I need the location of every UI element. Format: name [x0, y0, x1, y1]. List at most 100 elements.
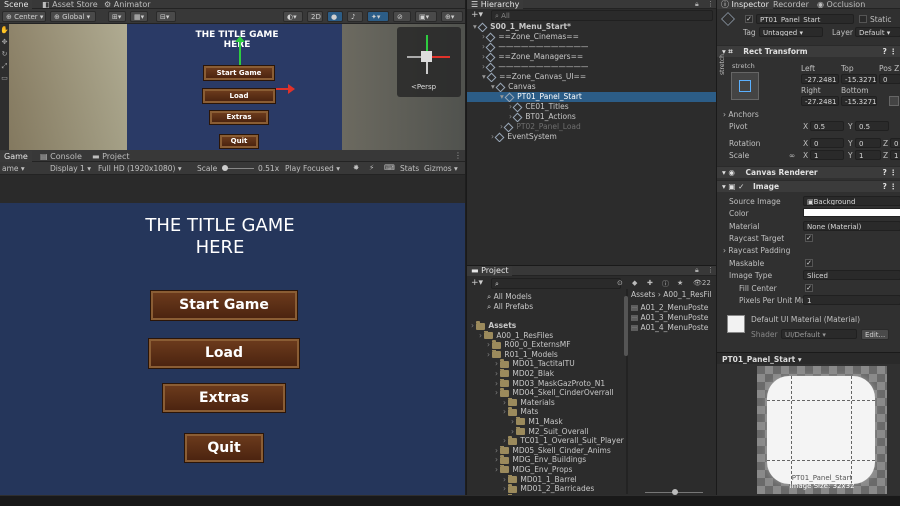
rot-x-field[interactable]: 0 [810, 138, 844, 148]
hidden-packages-icon[interactable]: 👁︎22 [693, 279, 711, 287]
filter-type-icon[interactable]: ◆ [632, 279, 637, 287]
project-file-item[interactable]: ▤ A01_3_MenuPoste [631, 313, 717, 323]
move-tool-icon[interactable]: ✥ [0, 36, 9, 48]
filter-label-icon[interactable]: ✚ [647, 279, 653, 287]
preview-header[interactable]: PT01_Panel_Start ▾ [717, 352, 900, 364]
scene-quit-button[interactable]: Quit [220, 135, 258, 148]
effects-icon[interactable]: ✦▾ [367, 11, 389, 22]
icon-size-handle[interactable] [672, 489, 678, 495]
tab-recorder[interactable]: Recorder [769, 0, 813, 9]
audio-icon[interactable]: ♪ [347, 11, 363, 22]
gizmos-icon[interactable]: ⊕▾ [441, 11, 463, 22]
tab-project-panel[interactable]: ▬ Project [467, 266, 513, 276]
anchor-preset-button[interactable] [731, 72, 759, 100]
tab-console[interactable]: ▤ Console [36, 151, 86, 162]
fill-center-checkbox[interactable]: ✓ [805, 284, 813, 292]
bottom-field[interactable]: -15.3271 [841, 96, 877, 106]
object-name-field[interactable]: PT01_Panel_Start [756, 14, 854, 24]
maskable-checkbox[interactable]: ✓ [805, 259, 813, 267]
tab-game[interactable]: Game [0, 151, 32, 162]
hierarchy-item[interactable]: › ———————————— [467, 42, 717, 52]
project-more-icon[interactable]: ⋮ [707, 266, 714, 274]
hierarchy-lock-icon[interactable]: 🔒︎ [695, 0, 699, 9]
image-component-header[interactable]: ▾ ▣ ✓ Image? ⋮ [717, 180, 900, 192]
canvas-renderer-help-icon[interactable]: ? ⋮ [883, 167, 897, 179]
material-field[interactable]: None (Material) [803, 221, 900, 231]
hidden-icon[interactable]: ⊘ [393, 11, 411, 22]
layer-dropdown[interactable]: Default ▾ [855, 27, 900, 37]
favorite-star-icon[interactable]: ★ [677, 279, 683, 287]
increment-icon[interactable]: ⊟▾ [156, 11, 176, 22]
shader-dropdown[interactable]: UI/Default ▾ [781, 329, 857, 339]
hierarchy-search-input[interactable]: ⌕ All [491, 10, 713, 21]
project-folder-item[interactable]: › Assets [467, 321, 625, 331]
project-folder-item[interactable]: › MD01_TactitalTU [467, 359, 625, 369]
gizmos-dropdown[interactable]: Gizmos ▾ [424, 164, 458, 173]
project-search-filter-icon[interactable]: ⊙ [617, 279, 623, 287]
scene-extras-button[interactable]: Extras [210, 111, 268, 124]
hierarchy-add-icon[interactable]: +▾ [471, 10, 483, 20]
pivot-x-field[interactable]: 0.5 [810, 121, 844, 131]
keyboard-icon[interactable]: ⌨ [384, 163, 395, 172]
hierarchy-item[interactable]: ▾ PT01_Panel_Start [467, 92, 717, 102]
tag-dropdown[interactable]: Untagged ▾ [759, 27, 823, 37]
project-folder-item[interactable]: › MD03_MaskGazProto_N1 [467, 378, 625, 389]
rot-y-field[interactable]: 0 [855, 138, 881, 148]
frame-debugger-icon[interactable]: ⚡ [369, 163, 374, 172]
space-dropdown[interactable]: ⊕ Global ▾ [50, 11, 96, 22]
project-folder-item[interactable]: › A00_1_ResFiles [467, 330, 625, 341]
draw-mode-icon[interactable]: ◐▾ [283, 11, 303, 22]
scale-y-field[interactable]: 1 [855, 150, 881, 160]
favorite-all-prefabs[interactable]: ⌕ All Prefabs [487, 302, 533, 312]
hierarchy-item[interactable]: › ==Zone_Managers== [467, 52, 717, 62]
project-folder-item[interactable]: › MDG_Env_Props [467, 464, 625, 475]
posz-field[interactable]: 0 [879, 74, 900, 84]
rect-transform-header[interactable]: ▾ ⌗ Rect Transform? ⋮ [717, 45, 900, 57]
hierarchy-item[interactable]: › ==Zone_Cinemas== [467, 32, 717, 42]
top-field[interactable]: -15.3271 [841, 74, 877, 84]
active-checkbox[interactable]: ✓ [745, 15, 753, 23]
canvas-renderer-header[interactable]: ▾ ◉ Canvas Renderer? ⋮ [717, 166, 900, 178]
scene-load-button[interactable]: Load [203, 89, 275, 103]
move-gizmo-y-arrow[interactable] [235, 36, 245, 42]
gizmo-persp-label[interactable]: <Persp [411, 83, 436, 91]
pivot-dropdown[interactable]: ⊕ Center ▾ [2, 11, 46, 22]
game-start-button[interactable]: Start Game [151, 291, 297, 320]
tab-scene[interactable]: Scene [0, 0, 33, 9]
hierarchy-item[interactable]: ▾ S00_1_Menu_Start* [467, 22, 717, 32]
image-type-dropdown[interactable]: Sliced [803, 270, 900, 280]
tab-animator[interactable]: ⚙ Animator [100, 0, 155, 9]
project-folder-item[interactable]: › Materials [467, 397, 625, 408]
project-folder-item[interactable]: › M2_Suit_Overall [467, 426, 625, 437]
image-help-icon[interactable]: ? ⋮ [883, 181, 897, 193]
left-field[interactable]: -27.2481 [801, 74, 839, 84]
rot-z-field[interactable]: 0 [890, 138, 900, 148]
tab-project[interactable]: ▬ Project [88, 151, 133, 162]
camera-icon[interactable]: ▣▾ [415, 11, 437, 22]
game-extras-button[interactable]: Extras [163, 384, 285, 412]
hierarchy-item[interactable]: ▾ ==Zone_Canvas_UI== [467, 72, 717, 82]
project-folder-item[interactable]: › MDG_Env_Buildings [467, 455, 625, 465]
hierarchy-item[interactable]: ▾ Canvas [467, 82, 717, 92]
hierarchy-item[interactable]: › PT02_Panel_Load [467, 122, 717, 132]
scale-slider-handle[interactable] [222, 165, 228, 171]
game-type-dropdown[interactable]: ame ▾ [2, 164, 25, 173]
mode-2d-button[interactable]: 2D [307, 11, 323, 22]
project-file-item[interactable]: ▤ A01_4_MenuPoste [631, 323, 717, 333]
project-breadcrumb[interactable]: Assets › A00_1_ResFil [631, 290, 711, 300]
hierarchy-more-icon[interactable]: ⋮ [707, 0, 714, 8]
snap-icon[interactable]: ⊞▾ [108, 11, 126, 22]
static-checkbox[interactable] [859, 15, 867, 23]
project-folder-item[interactable]: › R01_1_Models [467, 349, 625, 360]
play-mode-dropdown[interactable]: Play Focused ▾ [285, 164, 340, 173]
scene-viewport[interactable]: THE TITLE GAME HERE Start Game Load Extra… [9, 24, 465, 150]
move-gizmo-x-arrow[interactable] [288, 84, 295, 94]
scale-x-field[interactable]: 1 [810, 150, 844, 160]
tab-occlusion[interactable]: ◉ Occlusion [813, 0, 869, 9]
project-file-item[interactable]: ▤ A01_2_MenuPoste [631, 303, 717, 313]
project-folder-item[interactable]: › MD04_Skell_CinderOverrall [467, 388, 625, 398]
project-folder-item[interactable]: › R00_0_ExternsMF [467, 340, 625, 350]
color-swatch[interactable] [803, 208, 900, 217]
lighting-icon[interactable]: ● [327, 11, 343, 22]
hierarchy-item[interactable]: › CE01_Titles [467, 102, 717, 112]
